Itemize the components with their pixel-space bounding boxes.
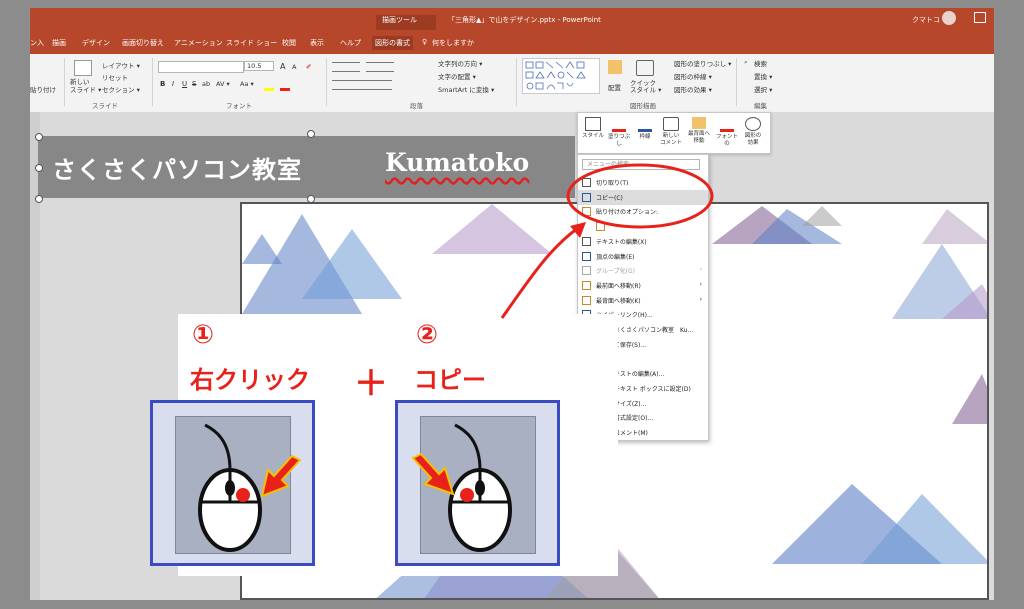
guide-arrowhead [570, 222, 586, 238]
annotation-overlay [500, 163, 714, 319]
powerpoint-window: 描画ツール 「三角形▲」で山をデザイン.pptx - PowerPoint クマ… [30, 8, 994, 600]
guide-arrow [500, 226, 579, 319]
copy-highlight-circle [566, 163, 714, 229]
